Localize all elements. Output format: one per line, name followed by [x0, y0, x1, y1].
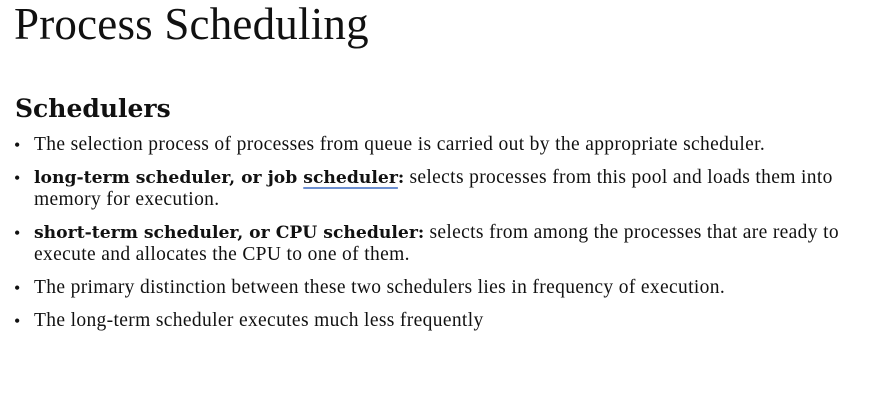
- bullet-item-1: The selection process of processes from …: [0, 134, 884, 156]
- term-text: long-term scheduler, or job: [34, 168, 304, 188]
- bullet-text: The primary distinction between these tw…: [34, 277, 726, 298]
- bullet-list: The selection process of processes from …: [0, 134, 884, 343]
- bullet-item-5: The long-term scheduler executes much le…: [0, 310, 884, 332]
- bullet-term: long-term scheduler, or job scheduler:: [34, 168, 404, 188]
- bullet-text: The selection process of processes from …: [34, 134, 766, 155]
- slide-title: Process Scheduling: [14, 0, 369, 49]
- bullet-text: The long-term scheduler executes much le…: [34, 310, 484, 331]
- bullet-item-4: The primary distinction between these tw…: [0, 277, 884, 299]
- spellcheck-underlined-word[interactable]: scheduler: [303, 168, 398, 188]
- bullet-item-3: short-term scheduler, or CPU scheduler: …: [0, 222, 884, 266]
- bullet-term: short-term scheduler, or CPU scheduler:: [34, 223, 425, 243]
- section-heading: Schedulers: [15, 94, 171, 123]
- slide: Process Scheduling Schedulers The select…: [0, 0, 884, 404]
- bullet-item-2: long-term scheduler, or job scheduler: s…: [0, 167, 884, 211]
